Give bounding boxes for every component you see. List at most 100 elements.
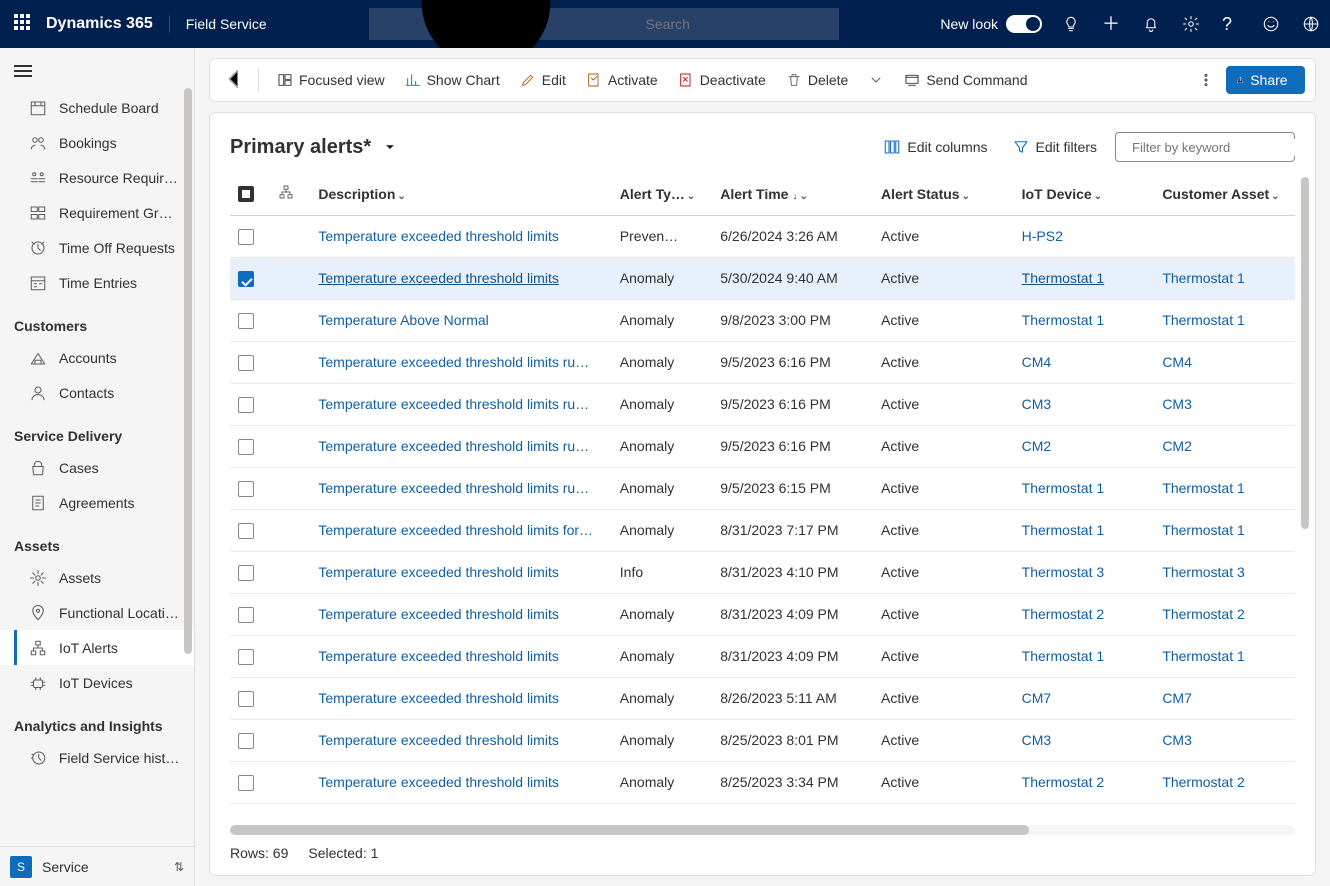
- smile-icon[interactable]: [1262, 15, 1280, 33]
- select-all-header[interactable]: [230, 173, 270, 215]
- table-row[interactable]: Temperature exceeded threshold limits fo…: [230, 509, 1295, 551]
- keyword-filter-input[interactable]: [1130, 139, 1310, 156]
- description-link[interactable]: Temperature exceeded threshold limits ru…: [318, 396, 589, 412]
- customer-asset-link[interactable]: Thermostat 2: [1162, 606, 1244, 622]
- description-link[interactable]: Temperature exceeded threshold limits: [318, 606, 558, 622]
- description-link[interactable]: Temperature exceeded threshold limits: [318, 648, 558, 664]
- edit-button[interactable]: Edit: [512, 64, 574, 96]
- table-row[interactable]: Temperature exceeded threshold limitsInf…: [230, 551, 1295, 593]
- help-icon[interactable]: ?: [1222, 15, 1240, 33]
- customer-asset-link[interactable]: Thermostat 3: [1162, 564, 1244, 580]
- description-link[interactable]: Temperature exceeded threshold limits ru…: [318, 438, 589, 454]
- deactivate-button[interactable]: Deactivate: [670, 64, 774, 96]
- description-link[interactable]: Temperature exceeded threshold limits: [318, 690, 558, 706]
- customer-asset-link[interactable]: Thermostat 1: [1162, 522, 1244, 538]
- sidebar-item-func-loc[interactable]: Functional Locati…: [0, 595, 194, 630]
- iot-device-link[interactable]: CM4: [1022, 354, 1052, 370]
- customer-asset-link[interactable]: Thermostat 1: [1162, 312, 1244, 328]
- customer-asset-link[interactable]: Thermostat 1: [1162, 270, 1244, 286]
- description-link[interactable]: Temperature exceeded threshold limits: [318, 774, 558, 790]
- sidebar-item-assets[interactable]: Assets: [0, 560, 194, 595]
- back-button[interactable]: [220, 65, 248, 96]
- table-row[interactable]: Temperature exceeded threshold limitsAno…: [230, 677, 1295, 719]
- search-input[interactable]: [644, 15, 829, 33]
- iot-device-link[interactable]: CM3: [1022, 732, 1052, 748]
- row-checkbox[interactable]: [230, 425, 270, 467]
- row-checkbox[interactable]: [230, 341, 270, 383]
- delete-button[interactable]: Delete: [778, 64, 856, 96]
- iot-device-link[interactable]: Thermostat 2: [1022, 606, 1104, 622]
- sidebar-item-agreements[interactable]: Agreements: [0, 485, 194, 520]
- col-description[interactable]: Description⌄: [310, 173, 611, 215]
- lightbulb-icon[interactable]: [1062, 15, 1080, 33]
- sidebar-item-resource-req[interactable]: Resource Require…: [0, 160, 194, 195]
- row-checkbox[interactable]: [230, 467, 270, 509]
- description-link[interactable]: Temperature Above Normal: [318, 312, 488, 328]
- customer-asset-link[interactable]: CM3: [1162, 396, 1192, 412]
- description-link[interactable]: Temperature exceeded threshold limits fo…: [318, 522, 593, 538]
- iot-device-link[interactable]: Thermostat 1: [1022, 270, 1104, 286]
- row-checkbox[interactable]: [230, 761, 270, 803]
- area-switcher[interactable]: S Service ⇅: [0, 846, 194, 886]
- table-row[interactable]: Temperature exceeded threshold limitsAno…: [230, 593, 1295, 635]
- row-checkbox[interactable]: [230, 719, 270, 761]
- table-row[interactable]: Temperature Above NormalAnomaly9/8/2023 …: [230, 299, 1295, 341]
- activate-button[interactable]: Activate: [578, 64, 666, 96]
- add-icon[interactable]: ＋: [1102, 15, 1120, 33]
- table-row[interactable]: Temperature exceeded threshold limits ru…: [230, 425, 1295, 467]
- sidebar-item-iot-alerts[interactable]: IoT Alerts: [0, 630, 194, 665]
- hierarchy-header[interactable]: [270, 173, 310, 215]
- row-checkbox[interactable]: [230, 635, 270, 677]
- description-link[interactable]: Temperature exceeded threshold limits: [318, 270, 558, 286]
- row-checkbox[interactable]: [230, 257, 270, 299]
- col-alert-type[interactable]: Alert Ty…⌄: [612, 173, 712, 215]
- col-alert-status[interactable]: Alert Status⌄: [873, 173, 1014, 215]
- focused-view-button[interactable]: Focused view: [269, 64, 393, 96]
- nav-scrollbar[interactable]: [184, 88, 192, 842]
- iot-device-link[interactable]: Thermostat 1: [1022, 480, 1104, 496]
- iot-device-link[interactable]: Thermostat 1: [1022, 312, 1104, 328]
- keyword-filter[interactable]: [1115, 132, 1295, 162]
- iot-device-link[interactable]: Thermostat 1: [1022, 522, 1104, 538]
- send-command-button[interactable]: Send Command: [896, 64, 1035, 96]
- customer-asset-link[interactable]: CM4: [1162, 354, 1192, 370]
- description-link[interactable]: Temperature exceeded threshold limits: [318, 732, 558, 748]
- description-link[interactable]: Temperature exceeded threshold limits ru…: [318, 480, 589, 496]
- chevron-down-icon[interactable]: [383, 140, 397, 154]
- app-name[interactable]: Field Service: [186, 16, 267, 32]
- new-look-toggle[interactable]: New look: [940, 15, 1042, 33]
- sidebar-item-iot-devices[interactable]: IoT Devices: [0, 665, 194, 700]
- row-checkbox[interactable]: [230, 215, 270, 257]
- customer-asset-link[interactable]: CM2: [1162, 438, 1192, 454]
- row-checkbox[interactable]: [230, 677, 270, 719]
- edit-columns-button[interactable]: Edit columns: [877, 131, 993, 163]
- col-alert-time[interactable]: Alert Time↓⌄: [712, 173, 873, 215]
- col-customer-asset[interactable]: Customer Asset⌄: [1154, 173, 1295, 215]
- table-row[interactable]: Temperature exceeded threshold limitsPre…: [230, 215, 1295, 257]
- table-row[interactable]: Temperature exceeded threshold limits ru…: [230, 341, 1295, 383]
- table-row[interactable]: Temperature exceeded threshold limitsAno…: [230, 761, 1295, 803]
- customer-asset-link[interactable]: CM7: [1162, 690, 1192, 706]
- show-chart-button[interactable]: Show Chart: [397, 64, 508, 96]
- share-button[interactable]: Share: [1226, 66, 1305, 94]
- sidebar-item-req-groups[interactable]: Requirement Gro…: [0, 195, 194, 230]
- global-search[interactable]: [369, 8, 839, 40]
- edit-filters-button[interactable]: Edit filters: [1006, 131, 1103, 163]
- customer-asset-link[interactable]: Thermostat 1: [1162, 480, 1244, 496]
- iot-device-link[interactable]: Thermostat 2: [1022, 774, 1104, 790]
- sidebar-item-contacts[interactable]: Contacts: [0, 375, 194, 410]
- customer-asset-link[interactable]: Thermostat 1: [1162, 648, 1244, 664]
- iot-device-link[interactable]: Thermostat 3: [1022, 564, 1104, 580]
- row-checkbox[interactable]: [230, 299, 270, 341]
- grid-vscrollbar[interactable]: [1301, 177, 1309, 817]
- customer-asset-link[interactable]: Thermostat 2: [1162, 774, 1244, 790]
- row-checkbox[interactable]: [230, 551, 270, 593]
- overflow-button[interactable]: [1190, 64, 1222, 96]
- col-iot-device[interactable]: IoT Device⌄: [1014, 173, 1155, 215]
- bell-icon[interactable]: [1142, 15, 1160, 33]
- description-link[interactable]: Temperature exceeded threshold limits: [318, 564, 558, 580]
- iot-device-link[interactable]: CM7: [1022, 690, 1052, 706]
- sidebar-item-time-entries[interactable]: Time Entries: [0, 265, 194, 300]
- sidebar-item-cases[interactable]: Cases: [0, 450, 194, 485]
- table-row[interactable]: Temperature exceeded threshold limitsAno…: [230, 635, 1295, 677]
